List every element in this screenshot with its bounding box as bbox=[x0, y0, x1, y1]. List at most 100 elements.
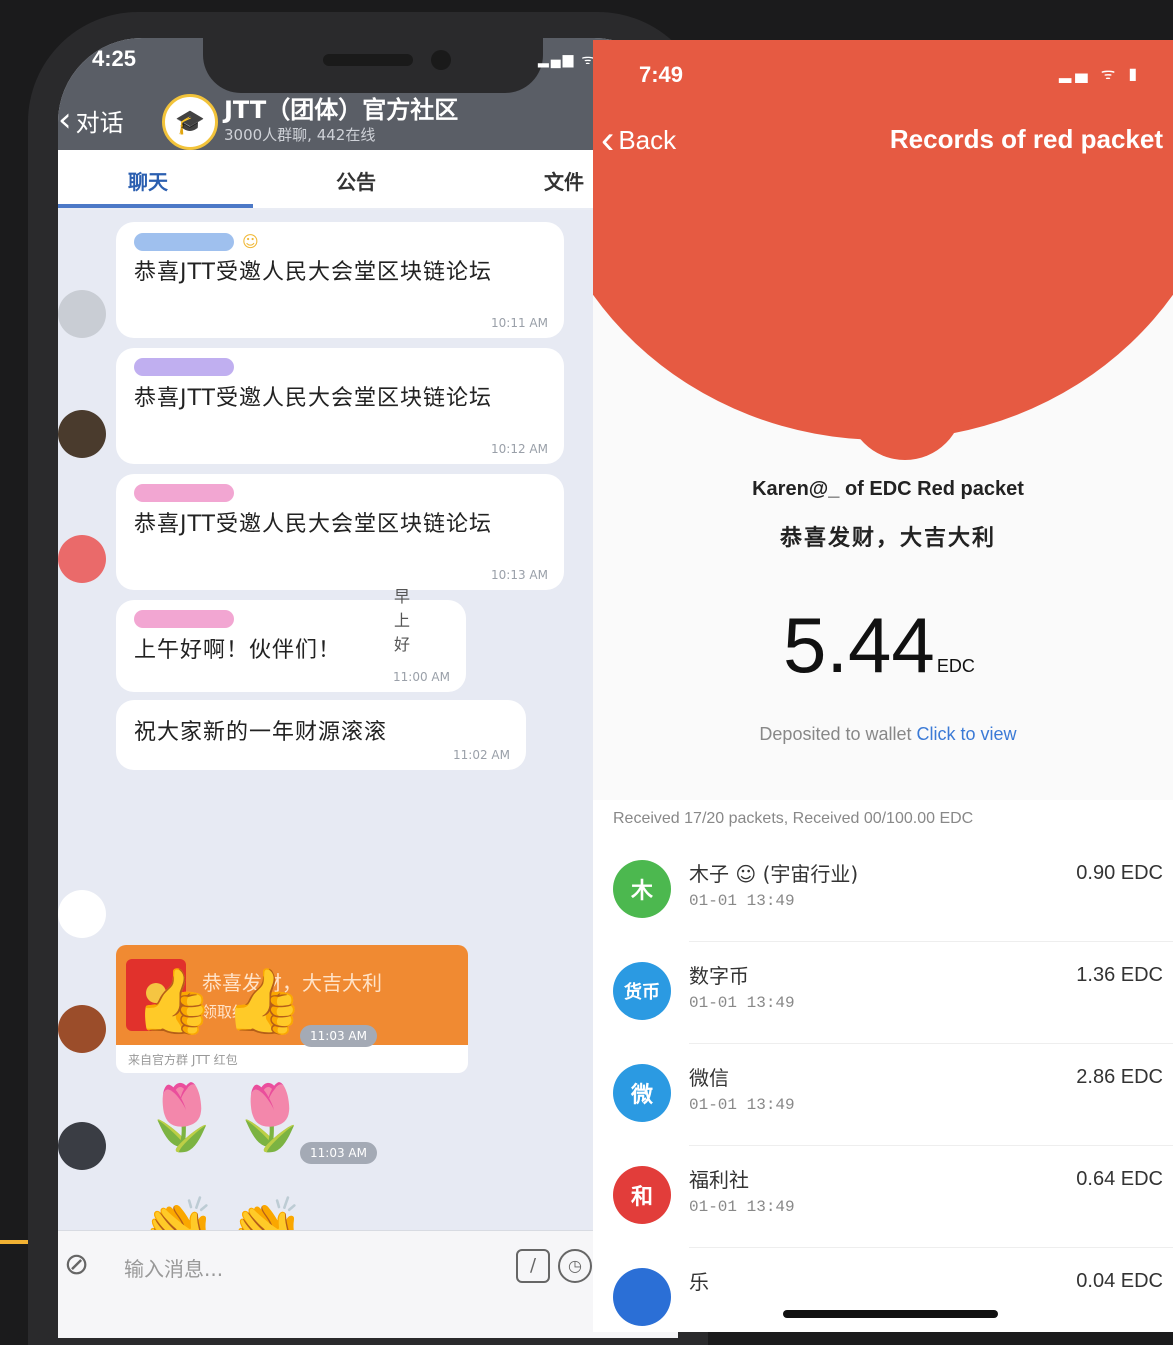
member-tag bbox=[134, 610, 234, 628]
record-name: 木子 ☺ (宇宙行业) bbox=[689, 862, 859, 886]
home-indicator bbox=[783, 1310, 998, 1318]
list-item[interactable]: 微 微信 01-01 13:49 2.86 EDC bbox=[593, 1044, 1173, 1146]
avatar[interactable] bbox=[58, 535, 106, 583]
message-input[interactable]: 输入消息... bbox=[114, 1245, 514, 1287]
left-phone-screen: 4:25 ▂▄▆ ᯤ ‹ 对话 🎓 JTT（团体）官方社区 3000人群聊, 4… bbox=[58, 38, 678, 1338]
message-bubble[interactable]: 祝大家新的一年财源滚滚 11:02 AM bbox=[116, 700, 526, 770]
user-avatar-icon: 微 bbox=[613, 1064, 671, 1122]
back-button[interactable]: ‹ 对话 bbox=[58, 100, 124, 140]
back-label: 对话 bbox=[75, 108, 124, 137]
chevron-left-icon: ‹ bbox=[58, 100, 72, 140]
record-amount: 0.64 EDC bbox=[1076, 1168, 1163, 1190]
status-time: 4:25 bbox=[92, 46, 137, 71]
tab-files[interactable]: 文件 bbox=[544, 166, 584, 195]
group-subtitle: 3000人群聊, 442在线 bbox=[224, 126, 376, 144]
edit-icon[interactable]: / bbox=[516, 1249, 550, 1283]
user-avatar-icon bbox=[613, 1268, 671, 1326]
red-header-tab bbox=[847, 400, 963, 460]
tulip-emoji: 🌷 bbox=[142, 1081, 222, 1155]
message-text: 恭喜JTT受邀人民大会堂区块链论坛 bbox=[134, 512, 492, 537]
list-item[interactable]: 货币 数字币 01-01 13:49 1.36 EDC bbox=[593, 942, 1173, 1044]
list-item[interactable]: 乐 0.04 EDC bbox=[593, 1248, 1173, 1332]
red-header-bg bbox=[593, 40, 1173, 440]
view-wallet-link[interactable]: Click to view bbox=[917, 724, 1017, 744]
received-amount: 5.44 EDC bbox=[783, 600, 975, 691]
message-time: 11:00 AM bbox=[393, 670, 450, 684]
tab-indicator bbox=[58, 204, 253, 208]
message-time: 10:11 AM bbox=[491, 316, 548, 330]
smile-icon: ☺ bbox=[242, 232, 259, 251]
member-tag bbox=[134, 484, 234, 502]
record-name: 微信 bbox=[689, 1066, 729, 1090]
list-item[interactable]: 和 福利社 01-01 13:49 0.64 EDC bbox=[593, 1146, 1173, 1248]
stage: 4:25 ▂▄▆ ᯤ ‹ 对话 🎓 JTT（团体）官方社区 3000人群聊, 4… bbox=[0, 0, 1173, 1345]
record-date: 01-01 13:49 bbox=[689, 994, 795, 1012]
status-icons: ▂▄ ᯤ ▮ bbox=[1059, 64, 1142, 83]
message-time: 11:03 AM bbox=[300, 1025, 377, 1047]
avatar[interactable] bbox=[58, 1122, 106, 1170]
user-avatar-icon: 木 bbox=[613, 860, 671, 918]
chat-area: ☺ 恭喜JTT受邀人民大会堂区块链论坛 10:11 AM 恭喜JTT受邀人民大会… bbox=[58, 210, 678, 1264]
member-tag bbox=[134, 358, 234, 376]
record-amount: 2.86 EDC bbox=[1076, 1066, 1163, 1088]
message-time: 11:02 AM bbox=[453, 748, 510, 762]
record-date: 01-01 13:49 bbox=[689, 1096, 795, 1114]
record-name: 福利社 bbox=[689, 1168, 749, 1192]
signal-icon: ▂▄▆ ᯤ bbox=[538, 51, 597, 67]
amount-value: 5.44 bbox=[783, 601, 935, 689]
status-time: 7:49 bbox=[639, 62, 684, 87]
message-text: 恭喜JTT受邀人民大会堂区块链论坛 bbox=[134, 386, 492, 411]
message-bubble[interactable]: 早上好 上午好啊！伙伴们！ 11:00 AM bbox=[116, 587, 466, 692]
page-title: Records of red packet bbox=[889, 124, 1163, 154]
chat-input-bar: ⊘ 输入消息... / ◷ bbox=[58, 1230, 678, 1338]
thumbs-up-emoji: 👍 bbox=[134, 965, 214, 1039]
message-time: 10:13 AM bbox=[491, 568, 548, 582]
records-summary: Received 17/20 packets, Received 00/100.… bbox=[613, 810, 974, 827]
message-text: 恭喜JTT受邀人民大会堂区块链论坛 bbox=[134, 260, 492, 285]
back-label: Back bbox=[618, 124, 677, 155]
user-avatar-icon: 和 bbox=[613, 1166, 671, 1224]
record-amount: 1.36 EDC bbox=[1076, 964, 1163, 986]
tulip-emoji: 🌷 bbox=[230, 1081, 310, 1155]
group-title: JTT（团体）官方社区 bbox=[224, 96, 459, 124]
message-extra: 早上好 bbox=[394, 587, 411, 654]
message-bubble[interactable]: 恭喜JTT受邀人民大会堂区块链论坛 10:12 AM bbox=[116, 348, 564, 464]
message-text: 上午好啊！伙伴们！ bbox=[134, 638, 342, 663]
red-packet-footer: 来自官方群 JTT 红包 bbox=[116, 1045, 468, 1073]
tab-chat[interactable]: 聊天 bbox=[128, 166, 168, 195]
tab-notice[interactable]: 公告 bbox=[336, 166, 376, 195]
thumbs-up-emoji: 👍 bbox=[224, 965, 304, 1039]
record-date: 01-01 13:49 bbox=[689, 1198, 795, 1216]
record-name: 乐 bbox=[689, 1270, 709, 1294]
record-name: 数字币 bbox=[689, 964, 749, 988]
avatar[interactable] bbox=[58, 290, 106, 338]
accent-line bbox=[0, 1240, 30, 1244]
message-bubble[interactable]: ☺ 恭喜JTT受邀人民大会堂区块链论坛 10:11 AM bbox=[116, 222, 564, 338]
message-time: 10:12 AM bbox=[491, 442, 548, 456]
deposit-line: Deposited to wallet Click to view bbox=[593, 724, 1173, 745]
message-text: 祝大家新的一年财源滚滚 bbox=[134, 720, 388, 745]
avatar[interactable] bbox=[58, 410, 106, 458]
group-avatar[interactable]: 🎓 bbox=[162, 94, 218, 150]
record-amount: 0.04 EDC bbox=[1076, 1270, 1163, 1292]
blessing-text: 恭喜发财，大吉大利 bbox=[779, 526, 996, 551]
right-phone-screen: 7:49 ▂▄ ᯤ ▮ ‹ Back Records of red packet… bbox=[593, 40, 1173, 1332]
message-time: 11:03 AM bbox=[300, 1142, 377, 1164]
sender-line: Karen@_ of EDC Red packet bbox=[752, 478, 1024, 500]
deposit-text: Deposited to wallet bbox=[759, 724, 912, 744]
chevron-left-icon: ‹ bbox=[601, 118, 615, 162]
user-avatar-icon: 货币 bbox=[613, 962, 671, 1020]
clock-icon[interactable]: ◷ bbox=[558, 1249, 592, 1283]
paperclip-icon[interactable]: ⊘ bbox=[64, 1247, 89, 1282]
amount-unit: EDC bbox=[936, 656, 975, 676]
record-amount: 0.90 EDC bbox=[1076, 862, 1163, 884]
chat-tabs: 聊天 公告 文件 bbox=[58, 150, 678, 208]
records-list: Received 17/20 packets, Received 00/100.… bbox=[593, 800, 1173, 1332]
back-button[interactable]: ‹ Back bbox=[601, 120, 676, 160]
member-tag bbox=[134, 232, 234, 251]
avatar[interactable] bbox=[58, 1005, 106, 1053]
avatar[interactable] bbox=[58, 890, 106, 938]
list-item[interactable]: 木 木子 ☺ (宇宙行业) 01-01 13:49 0.90 EDC bbox=[593, 840, 1173, 942]
record-date: 01-01 13:49 bbox=[689, 892, 795, 910]
message-bubble[interactable]: 恭喜JTT受邀人民大会堂区块链论坛 10:13 AM bbox=[116, 474, 564, 590]
